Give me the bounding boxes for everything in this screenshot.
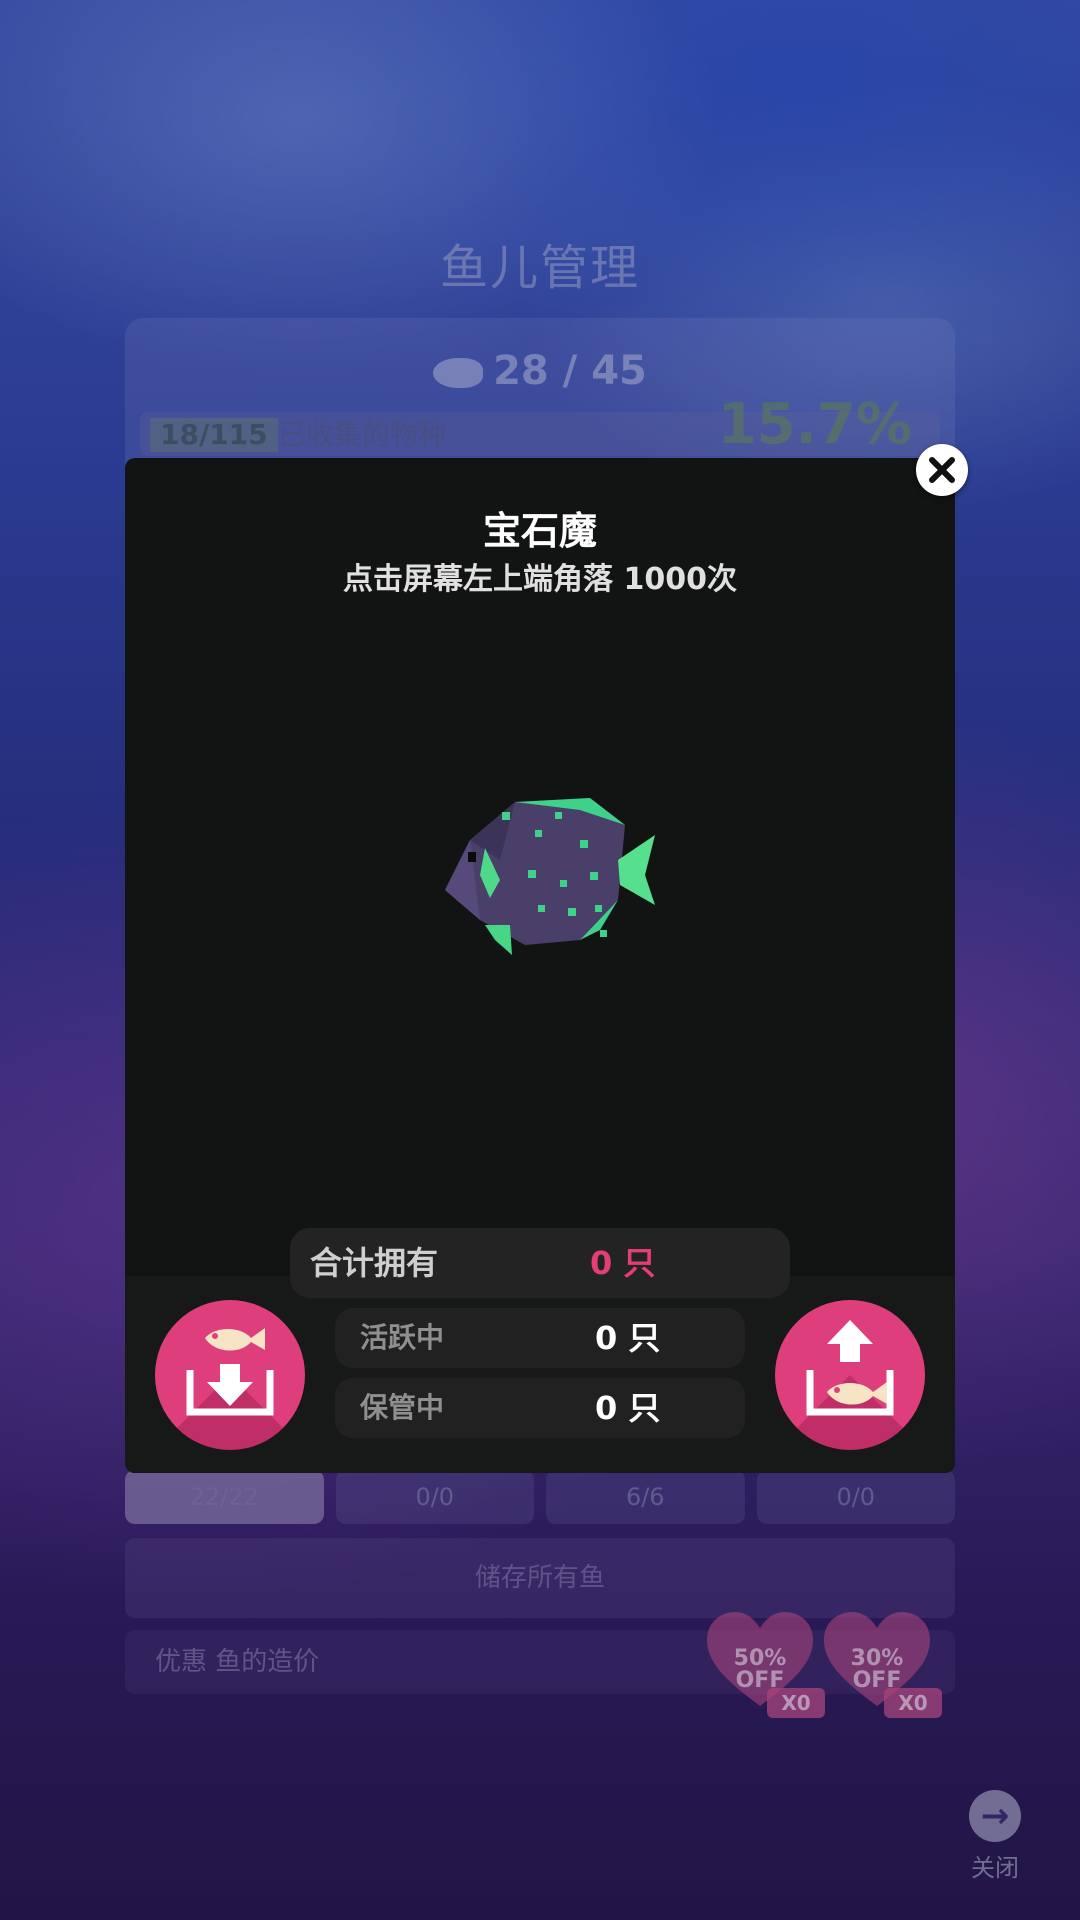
fish-illustration [445,798,655,955]
store-fish-button[interactable] [155,1300,305,1450]
total-owned-value: 0 只 [590,1244,656,1282]
fish-name: 宝石魔 [482,509,597,553]
total-owned-row: 合计拥有 0 只 [290,1228,790,1298]
stored-label: 保管中 [360,1391,445,1424]
active-row: 活跃中 0 只 [335,1308,745,1368]
release-fish-button[interactable] [775,1300,925,1450]
active-label: 活跃中 [360,1321,445,1354]
total-owned-label: 合计拥有 [310,1244,439,1282]
stored-row: 保管中 0 只 [335,1378,745,1438]
close-icon [929,457,955,483]
store-fish-icon [186,1328,274,1416]
fish-unlock-condition: 点击屏幕左上端角落 1000次 [343,562,737,597]
close-modal-button[interactable] [916,444,968,496]
active-value: 0 只 [595,1319,661,1357]
stored-value: 0 只 [595,1389,661,1427]
release-fish-icon [806,1320,894,1416]
